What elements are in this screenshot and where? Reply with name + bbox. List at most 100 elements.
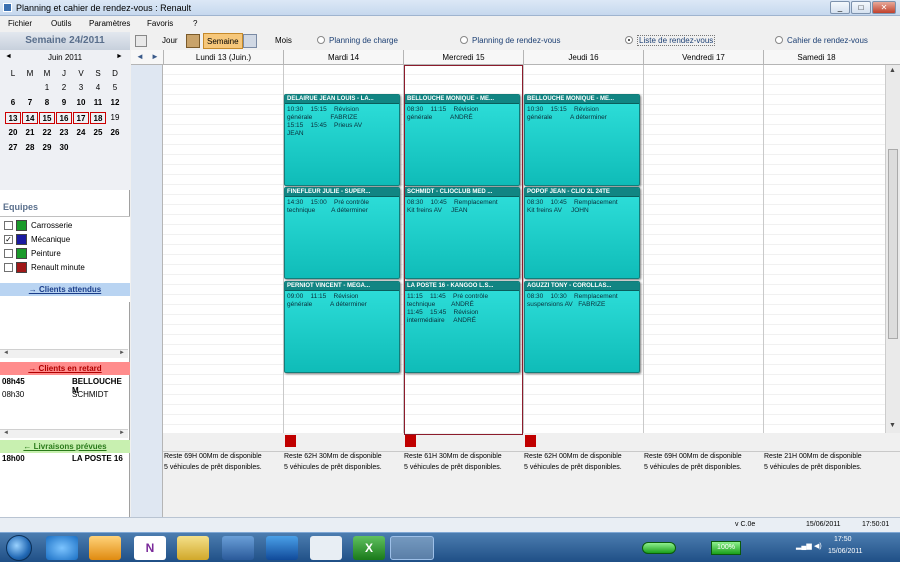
calendar-dow: M (26, 69, 34, 78)
battery-indicator[interactable]: 100% (711, 541, 741, 555)
scroll-thumb[interactable] (888, 149, 898, 339)
calendar-day[interactable]: 19 (107, 112, 123, 124)
calendar-day[interactable]: 27 (5, 142, 21, 154)
retard-name[interactable]: SCHMIDT (72, 390, 108, 399)
calendar-month-icon[interactable] (243, 34, 257, 48)
prev-week-arrow[interactable]: ◄ (136, 52, 144, 61)
calendar-day[interactable]: 28 (22, 142, 38, 154)
week-grid[interactable]: DELAIRUE JEAN LOUIS - LA... 10:30 15:15 R… (163, 65, 885, 433)
scroll-down-arrow[interactable]: ▼ (889, 422, 896, 429)
scrollbar-attendus[interactable]: ◄ ► (0, 349, 128, 358)
appointment-card[interactable]: LA POSTE 16 - KANGOO L.S... 11:15 11:45 P… (404, 281, 520, 373)
day-header[interactable]: Samedi 18 (763, 50, 869, 65)
calendar-day[interactable]: 20 (5, 127, 21, 139)
calendar-day[interactable]: 24 (73, 127, 89, 139)
calendar-day[interactable]: 11 (90, 97, 106, 109)
day-header[interactable]: Vendredi 17 (643, 50, 763, 65)
day-header[interactable]: Mardi 14 (283, 50, 403, 65)
outlook-icon[interactable] (89, 536, 121, 560)
calendar-day[interactable]: 10 (73, 97, 89, 109)
day-header[interactable]: Lundi 13 (Juin.) (163, 50, 283, 65)
minimize-button[interactable]: _ (830, 1, 850, 14)
calendar-day[interactable]: 15 (39, 112, 55, 124)
app-window-icon[interactable] (222, 536, 254, 560)
explorer-folder-icon[interactable] (177, 536, 209, 560)
calendar-day[interactable]: 26 (107, 127, 123, 139)
onenote-icon[interactable]: N (134, 536, 166, 560)
appointment-card[interactable]: PERNIOT VINCENT - MÉGA... 09:00 11:15 Rév… (284, 281, 400, 373)
planning-app-taskbar[interactable] (390, 536, 434, 560)
calendar-day[interactable]: 3 (73, 82, 89, 94)
calendar-day[interactable]: 16 (56, 112, 72, 124)
excel-icon[interactable]: X (353, 536, 385, 560)
calendar-day[interactable]: 23 (56, 127, 72, 139)
calendar-day[interactable]: 12 (107, 97, 123, 109)
calendar-day[interactable]: 4 (90, 82, 106, 94)
clock-time[interactable]: 17:50 (834, 536, 852, 543)
equipe-checkbox[interactable] (4, 221, 13, 230)
volume-icon[interactable]: ◀) (814, 542, 822, 550)
clock-date[interactable]: 15/06/2011 (828, 548, 863, 555)
equipe-checkbox[interactable] (4, 249, 13, 258)
appointment-card[interactable]: SCHMIDT - CLIOCLUB MED ... 08:30 10:45 Re… (404, 187, 520, 279)
grid-scrollbar[interactable]: ▲ ▼ (885, 65, 900, 433)
next-week-arrow[interactable]: ► (151, 52, 159, 61)
internet-explorer-icon[interactable] (46, 536, 78, 560)
calendar-day[interactable]: 6 (5, 97, 21, 109)
appointment-card[interactable]: AGUZZI TONY - COROLLAS... 08:30 10:30 Rem… (524, 281, 640, 373)
calendar-week-icon[interactable] (186, 34, 200, 48)
calendar-day[interactable]: 25 (90, 127, 106, 139)
menu-parametres[interactable]: Paramètres (89, 19, 130, 28)
vehicles-text: 5 véhicules de prêt disponibles. (164, 464, 262, 471)
calendar-day[interactable]: 1 (39, 82, 55, 94)
scroll-up-arrow[interactable]: ▲ (889, 67, 896, 74)
maximize-button[interactable]: □ (851, 1, 871, 14)
jour-button[interactable]: Jour (162, 33, 178, 49)
radio-planning-rdv[interactable]: Planning de rendez-vous (460, 36, 561, 45)
radio-cahier-rdv[interactable]: Cahier de rendez-vous (775, 36, 868, 45)
calendar-day[interactable]: 21 (22, 127, 38, 139)
clients-attendus-header[interactable]: → Clients attendus (0, 283, 130, 296)
calendar-day[interactable]: 17 (73, 112, 89, 124)
mois-button[interactable]: Mois (275, 33, 292, 49)
close-button[interactable]: ✕ (872, 1, 896, 14)
appointment-card[interactable]: BELLOUCHE MONIQUE - ME... 08:30 11:15 Rév… (404, 94, 520, 186)
calendar-day[interactable]: 30 (56, 142, 72, 154)
left-panel: Semaine 24/2011 ◄ Juin 2011 ► LMMJVSD123… (0, 32, 130, 517)
calendar-day[interactable]: 7 (22, 97, 38, 109)
scrollbar-retard[interactable]: ◄ ► (0, 429, 128, 438)
livraison-name[interactable]: LA POSTE 16 (72, 454, 123, 463)
radio-planning-charge[interactable]: Planning de charge (317, 36, 398, 45)
calendar-day[interactable]: 18 (90, 112, 106, 124)
calendar-next-arrow[interactable]: ► (116, 53, 123, 60)
calendar-day[interactable]: 22 (39, 127, 55, 139)
calendar-day-icon[interactable] (135, 35, 147, 47)
appointment-card[interactable]: FINEFLEUR JULIE - SUPER... 14:30 15:00 Pr… (284, 187, 400, 279)
calendar-day[interactable]: 9 (56, 97, 72, 109)
calendar-day[interactable]: 2 (56, 82, 72, 94)
equipe-checkbox[interactable] (4, 263, 13, 272)
document-icon[interactable] (310, 536, 342, 560)
day-header[interactable]: Mercredi 15 (403, 50, 523, 65)
appointment-card[interactable]: POPOF JEAN - CLIO 2L 24TE 08:30 10:45 Rem… (524, 187, 640, 279)
calendar-day[interactable]: 14 (22, 112, 38, 124)
radio-liste-rdv[interactable]: Liste de rendez-vous (625, 35, 716, 46)
semaine-button[interactable]: Semaine (203, 33, 243, 49)
appointment-card[interactable]: DELAIRUE JEAN LOUIS - LA... 10:30 15:15 R… (284, 94, 400, 186)
calendar-day[interactable]: 29 (39, 142, 55, 154)
clients-retard-header[interactable]: → Clients en retard (0, 362, 130, 375)
appointment-card[interactable]: BELLOUCHE MONIQUE - ME... 10:30 15:15 Rév… (524, 94, 640, 186)
calendar-day[interactable]: 8 (39, 97, 55, 109)
menu-outils[interactable]: Outils (51, 19, 71, 28)
start-button[interactable] (6, 535, 32, 561)
network-app-icon[interactable] (266, 536, 298, 560)
equipe-checkbox[interactable]: ✓ (4, 235, 13, 244)
calendar-day[interactable]: 5 (107, 82, 123, 94)
day-header[interactable]: Jeudi 16 (523, 50, 643, 65)
network-signal-icon[interactable]: ▂▄▆ (796, 542, 812, 550)
menu-fichier[interactable]: Fichier (8, 19, 32, 28)
livraisons-header[interactable]: ← Livraisons prévues (0, 440, 130, 453)
calendar-day[interactable]: 13 (5, 112, 21, 124)
menu-help[interactable]: ? (193, 19, 197, 28)
menu-favoris[interactable]: Favoris (147, 19, 173, 28)
